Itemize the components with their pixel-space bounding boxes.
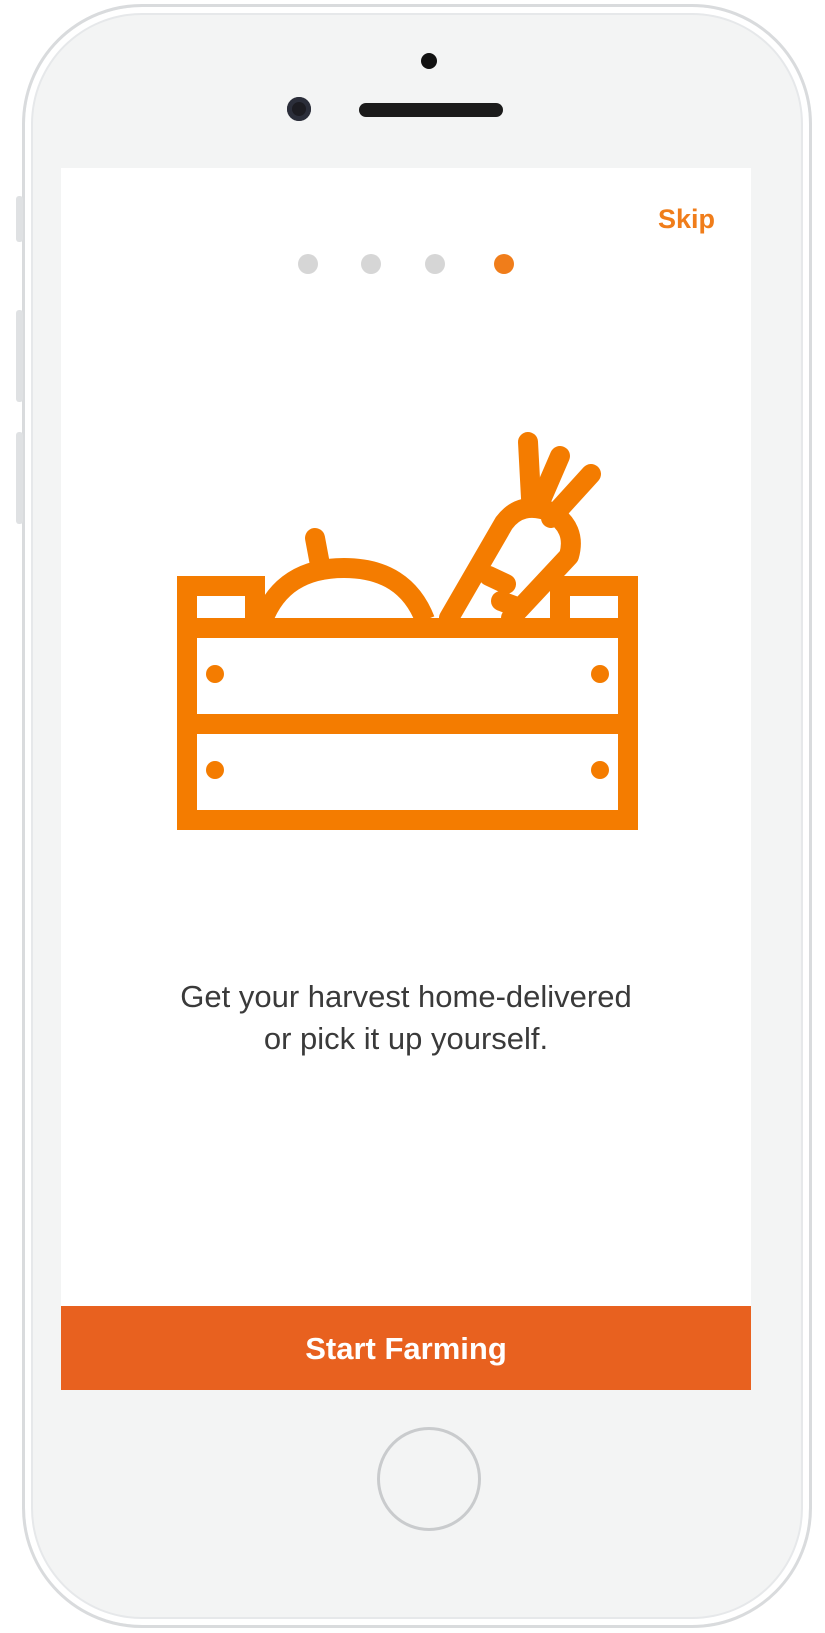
home-button[interactable] xyxy=(377,1427,481,1531)
skip-button[interactable]: Skip xyxy=(658,204,715,235)
mute-switch xyxy=(16,196,23,242)
page-dot-4-active[interactable] xyxy=(494,254,514,274)
front-camera xyxy=(287,97,311,121)
caption-line-2: or pick it up yourself. xyxy=(263,1021,549,1056)
proximity-sensor xyxy=(421,53,437,69)
page-dot-2[interactable] xyxy=(361,254,381,274)
page-dot-1[interactable] xyxy=(298,254,318,274)
caption-line-1: Get your harvest home-delivered xyxy=(180,979,632,1014)
onboarding-screen: Skip Get your harvest home-delivered or … xyxy=(61,168,751,1390)
start-farming-button[interactable]: Start Farming xyxy=(61,1306,751,1390)
page-dot-3[interactable] xyxy=(425,254,445,274)
volume-down-button xyxy=(16,432,23,524)
vegetable-crate-icon xyxy=(177,432,638,830)
earpiece-speaker xyxy=(359,103,503,117)
volume-up-button xyxy=(16,310,23,402)
page-indicator xyxy=(61,254,751,274)
onboarding-caption: Get your harvest home-delivered or pick … xyxy=(61,976,751,1060)
